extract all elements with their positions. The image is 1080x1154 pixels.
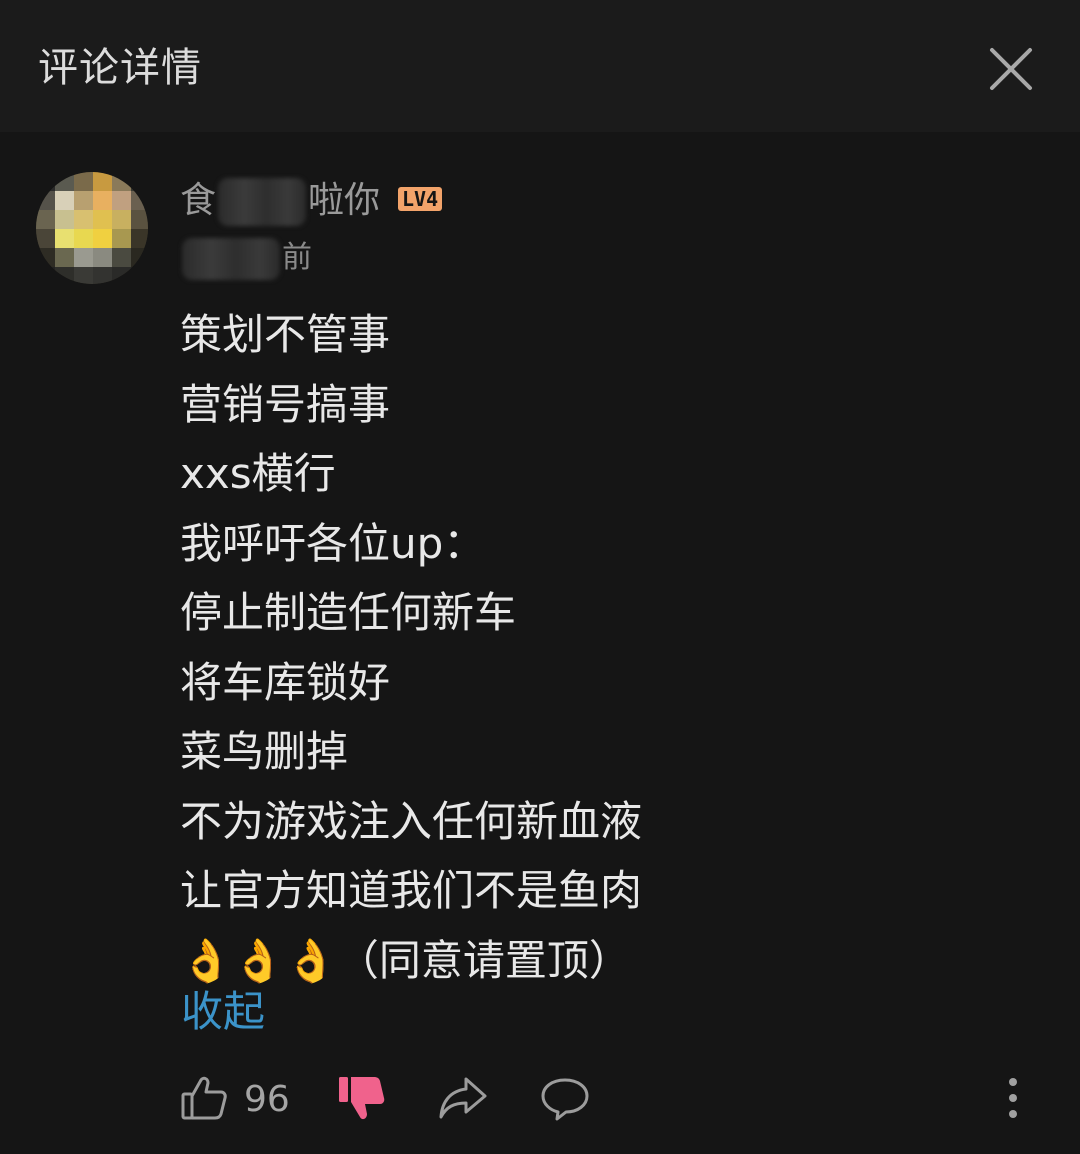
- comment-body: 策划不管事 营销号搞事 xxs横行 我呼吁各位up： 停止制造任何新车 将车库锁…: [180, 300, 1040, 995]
- comment-line: 营销号搞事: [180, 379, 391, 429]
- collapse-link[interactable]: 收起: [181, 984, 265, 1040]
- page-title: 评论详情: [38, 45, 202, 91]
- like-count: 96: [244, 1079, 290, 1120]
- close-icon[interactable]: [984, 42, 1038, 96]
- time-blurred: [182, 237, 280, 280]
- comment-line: 菜鸟删掉: [180, 727, 349, 776]
- comment-line: 不为游戏注入任何新血液: [180, 796, 643, 846]
- time-suffix: 前: [282, 240, 312, 275]
- level-badge: LV4: [398, 187, 443, 211]
- more-vertical-icon[interactable]: [998, 1074, 1028, 1122]
- comment-line: 将车库锁好: [180, 657, 391, 707]
- comment-line: 我呼吁各位up：: [180, 518, 486, 568]
- username-end: 啦你: [308, 180, 381, 221]
- share-icon[interactable]: [438, 1076, 488, 1120]
- comment-line: 停止制造任何新车: [180, 588, 517, 637]
- avatar[interactable]: [36, 172, 148, 284]
- comment-line: 策划不管事: [180, 310, 391, 359]
- thumbs-down-icon[interactable]: [336, 1074, 386, 1124]
- comment-time: 前: [180, 236, 312, 280]
- username-start: 食: [180, 180, 217, 221]
- username-blurred: [218, 178, 307, 226]
- username[interactable]: 食 啦你: [180, 176, 380, 226]
- comment-line: 让官方知道我们不是鱼肉: [180, 866, 643, 915]
- comment-line: xxs横行: [180, 449, 336, 498]
- comment-line: 👌👌👌（同意请置顶）: [180, 935, 631, 985]
- reply-bubble-icon[interactable]: [540, 1076, 590, 1122]
- thumbs-up-icon[interactable]: [180, 1074, 228, 1122]
- header: 评论详情: [0, 0, 1080, 132]
